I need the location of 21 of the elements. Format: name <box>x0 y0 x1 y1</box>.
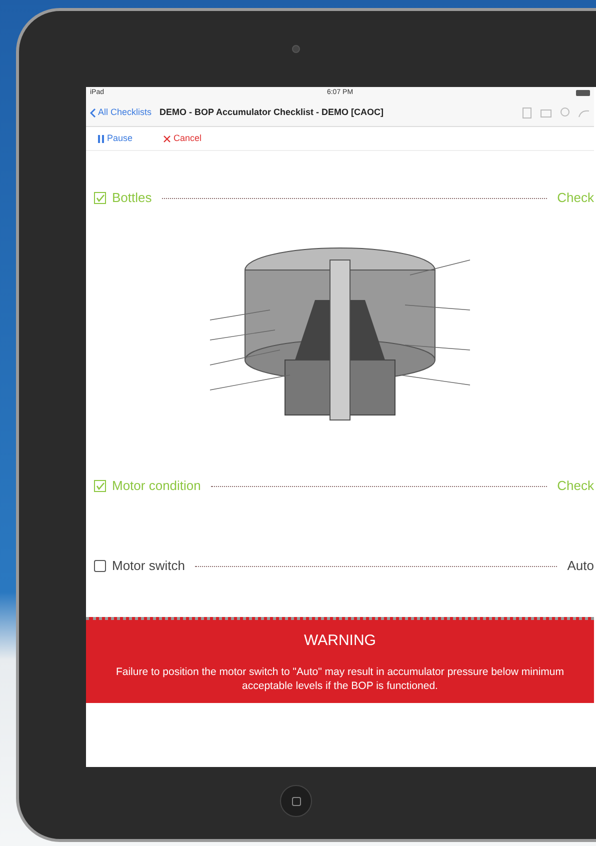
warning-title: WARNING <box>304 631 376 651</box>
item-label: Bottles <box>112 189 152 208</box>
pause-icon <box>98 134 104 142</box>
document-icon[interactable] <box>522 106 532 118</box>
checkbox[interactable] <box>94 480 106 492</box>
checkbox[interactable] <box>94 560 106 572</box>
checkbox[interactable] <box>94 192 106 204</box>
item-label: Motor condition <box>112 477 201 496</box>
item-label: Motor switch <box>112 557 185 576</box>
item-value: Check <box>557 477 594 496</box>
item-value: Check <box>557 189 594 208</box>
item-value: Auto <box>567 557 594 576</box>
home-button[interactable] <box>280 785 312 817</box>
close-icon <box>162 134 171 142</box>
window-title: DEMO - BOP Accumulator Checklist - DEMO [CAOC] <box>160 106 384 119</box>
battery-icon <box>576 90 590 96</box>
cancel-button[interactable]: Cancel <box>162 132 202 146</box>
pause-button[interactable]: Pause <box>98 132 133 146</box>
back-button[interactable]: All Checklists <box>90 106 152 120</box>
chevron-left-icon <box>90 108 96 118</box>
warning-text: Failure to position the motor switch to "Auto" may result in accumulator pressure below minimum acceptable levels if the BOP is functioned. <box>114 664 566 692</box>
